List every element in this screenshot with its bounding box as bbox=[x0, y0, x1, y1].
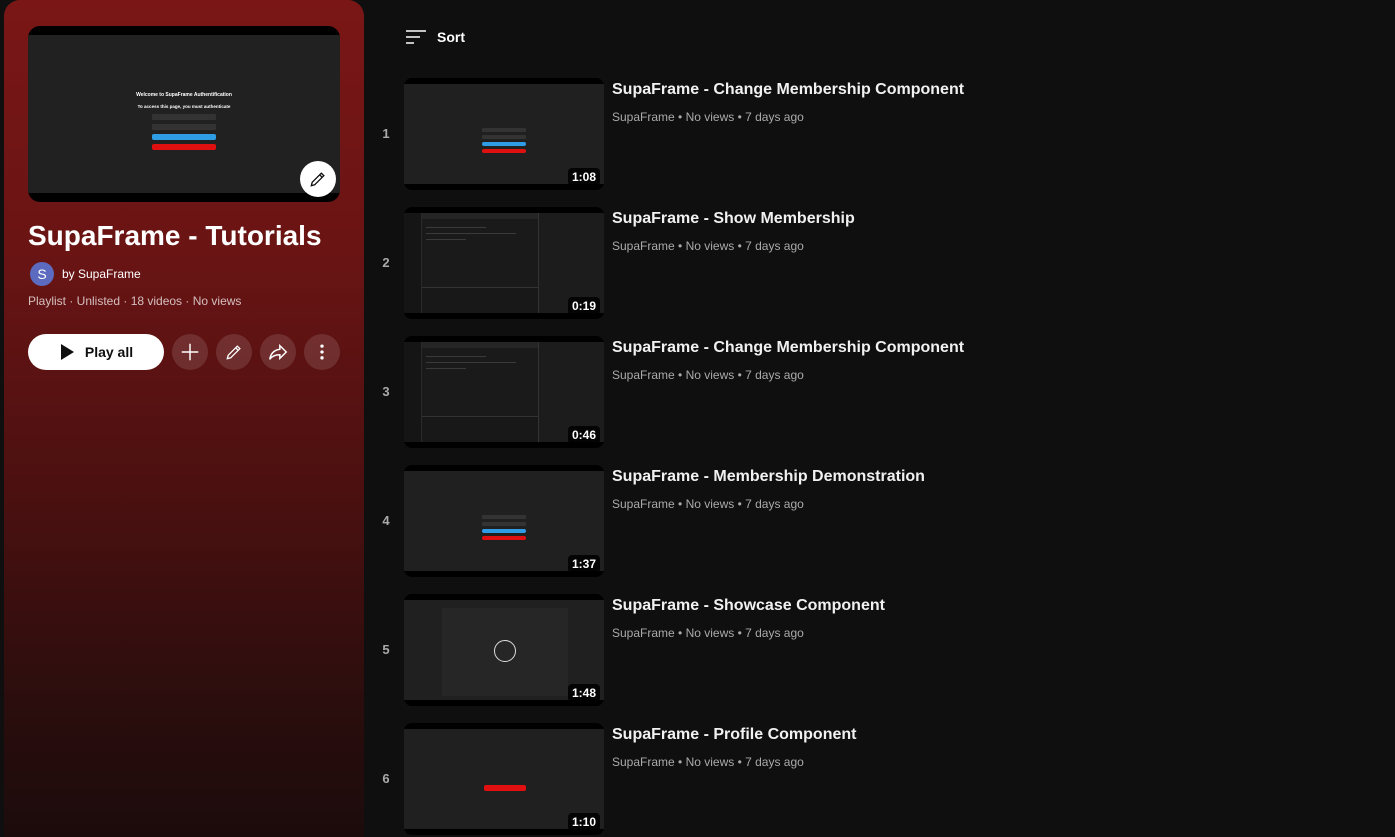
video-duration: 1:10 bbox=[567, 813, 600, 831]
thumbnail-email-field bbox=[482, 128, 526, 132]
editor-code-line bbox=[426, 233, 516, 234]
video-thumbnail[interactable]: 0:46 bbox=[404, 336, 604, 448]
video-title[interactable]: SupaFrame - Showcase Component bbox=[612, 597, 885, 615]
video-index: 2 bbox=[382, 255, 390, 270]
video-index: 3 bbox=[382, 384, 390, 399]
thumbnail-login-button bbox=[482, 529, 526, 533]
video-thumbnail[interactable]: 1:10 bbox=[404, 723, 604, 835]
video-duration: 1:37 bbox=[567, 555, 600, 573]
thumbnail-heading: Welcome to SupaFrame Authentification bbox=[136, 92, 232, 98]
play-all-button[interactable]: Play all bbox=[28, 334, 164, 370]
thumbnail-signout-button bbox=[484, 785, 526, 791]
video-thumbnail[interactable]: 1:37 bbox=[404, 465, 604, 577]
playlist-video-row[interactable]: 1 1:08 SupaFrame - Change Membership Com… bbox=[372, 78, 1372, 190]
owner-label[interactable]: by SupaFrame bbox=[62, 267, 141, 281]
editor-sidebar bbox=[404, 213, 422, 313]
video-duration: 0:19 bbox=[567, 297, 600, 315]
more-vert-icon bbox=[320, 344, 324, 360]
play-icon bbox=[60, 344, 74, 360]
editor-code-line bbox=[426, 239, 466, 240]
video-duration: 1:48 bbox=[567, 684, 600, 702]
video-meta: SupaFrame • No views • 7 days ago bbox=[612, 497, 804, 511]
thumbnail-signup-button bbox=[482, 149, 526, 153]
avatar[interactable]: S bbox=[30, 262, 54, 286]
thumbnail-login-button bbox=[152, 134, 216, 140]
playlist-video-row[interactable]: 2 0:19 SupaFrame - Show Membership SupaF… bbox=[372, 207, 1372, 319]
video-index: 6 bbox=[382, 771, 390, 786]
playlist-thumbnail[interactable]: Welcome to SupaFrame Authentification To… bbox=[28, 26, 340, 202]
editor-sidebar bbox=[404, 342, 422, 442]
editor-terminal bbox=[422, 287, 538, 313]
thumbnail-signup-button bbox=[152, 144, 216, 150]
video-meta: SupaFrame • No views • 7 days ago bbox=[612, 368, 804, 382]
thumbnail-signup-button bbox=[482, 536, 526, 540]
video-index: 5 bbox=[382, 642, 390, 657]
playlist-video-row[interactable]: 6 1:10 SupaFrame - Profile Component Sup… bbox=[372, 723, 1372, 835]
playlist-video-row[interactable]: 3 0:46 SupaFrame - Change Membership Com… bbox=[372, 336, 1372, 448]
editor-code-line bbox=[426, 356, 486, 357]
playlist-video-row[interactable]: 5 1:48 SupaFrame - Showcase Component Su… bbox=[372, 594, 1372, 706]
editor-code-line bbox=[426, 362, 516, 363]
video-duration: 1:08 bbox=[567, 168, 600, 186]
share-icon bbox=[269, 343, 288, 361]
video-title[interactable]: SupaFrame - Show Membership bbox=[612, 210, 855, 228]
video-meta: SupaFrame • No views • 7 days ago bbox=[612, 239, 804, 253]
playlist-owner[interactable]: S by SupaFrame bbox=[30, 262, 141, 286]
sort-icon bbox=[406, 30, 426, 44]
playlist-title: SupaFrame - Tutorials bbox=[28, 220, 322, 251]
thumbnail-email-field bbox=[152, 114, 216, 120]
video-meta: SupaFrame • No views • 7 days ago bbox=[612, 755, 804, 769]
editor-code-line bbox=[426, 227, 486, 228]
edit-playlist-button[interactable] bbox=[216, 334, 252, 370]
video-title[interactable]: SupaFrame - Change Membership Component bbox=[612, 81, 964, 99]
sort-button[interactable]: Sort bbox=[405, 28, 465, 46]
thumbnail-email-field bbox=[482, 515, 526, 519]
editor-terminal bbox=[422, 416, 538, 442]
video-meta: SupaFrame • No views • 7 days ago bbox=[612, 110, 804, 124]
video-title[interactable]: SupaFrame - Profile Component bbox=[612, 726, 856, 744]
editor-code-line bbox=[426, 368, 466, 369]
plus-icon bbox=[181, 343, 199, 361]
pencil-icon bbox=[226, 345, 241, 360]
video-title[interactable]: SupaFrame - Membership Demonstration bbox=[612, 468, 925, 486]
play-all-label: Play all bbox=[84, 344, 134, 360]
video-meta: SupaFrame • No views • 7 days ago bbox=[612, 626, 804, 640]
thumbnail-login-button bbox=[482, 142, 526, 146]
thumbnail-password-field bbox=[482, 135, 526, 139]
video-index: 4 bbox=[382, 513, 390, 528]
playlist-meta: Playlist · Unlisted · 18 videos · No vie… bbox=[28, 294, 242, 308]
video-thumbnail[interactable]: 1:48 bbox=[404, 594, 604, 706]
thumbnail-password-field bbox=[152, 124, 216, 130]
thumbnail-screen: Welcome to SupaFrame Authentification To… bbox=[28, 35, 340, 193]
video-thumbnail[interactable]: 1:08 bbox=[404, 78, 604, 190]
sort-label: Sort bbox=[437, 29, 465, 45]
showcase-avatar-circle bbox=[494, 640, 516, 662]
edit-thumbnail-button[interactable] bbox=[300, 161, 336, 197]
add-to-playlist-button[interactable] bbox=[172, 334, 208, 370]
video-duration: 0:46 bbox=[567, 426, 600, 444]
video-title[interactable]: SupaFrame - Change Membership Component bbox=[612, 339, 964, 357]
more-actions-button[interactable] bbox=[304, 334, 340, 370]
pencil-icon bbox=[310, 172, 325, 187]
share-button[interactable] bbox=[260, 334, 296, 370]
playlist-video-row[interactable]: 4 1:37 SupaFrame - Membership Demonstrat… bbox=[372, 465, 1372, 577]
thumbnail-password-field bbox=[482, 522, 526, 526]
video-thumbnail[interactable]: 0:19 bbox=[404, 207, 604, 319]
playlist-header-panel: Welcome to SupaFrame Authentification To… bbox=[4, 0, 364, 837]
thumbnail-subheading: To access this page, you must authentica… bbox=[137, 104, 231, 109]
video-index: 1 bbox=[382, 126, 390, 141]
